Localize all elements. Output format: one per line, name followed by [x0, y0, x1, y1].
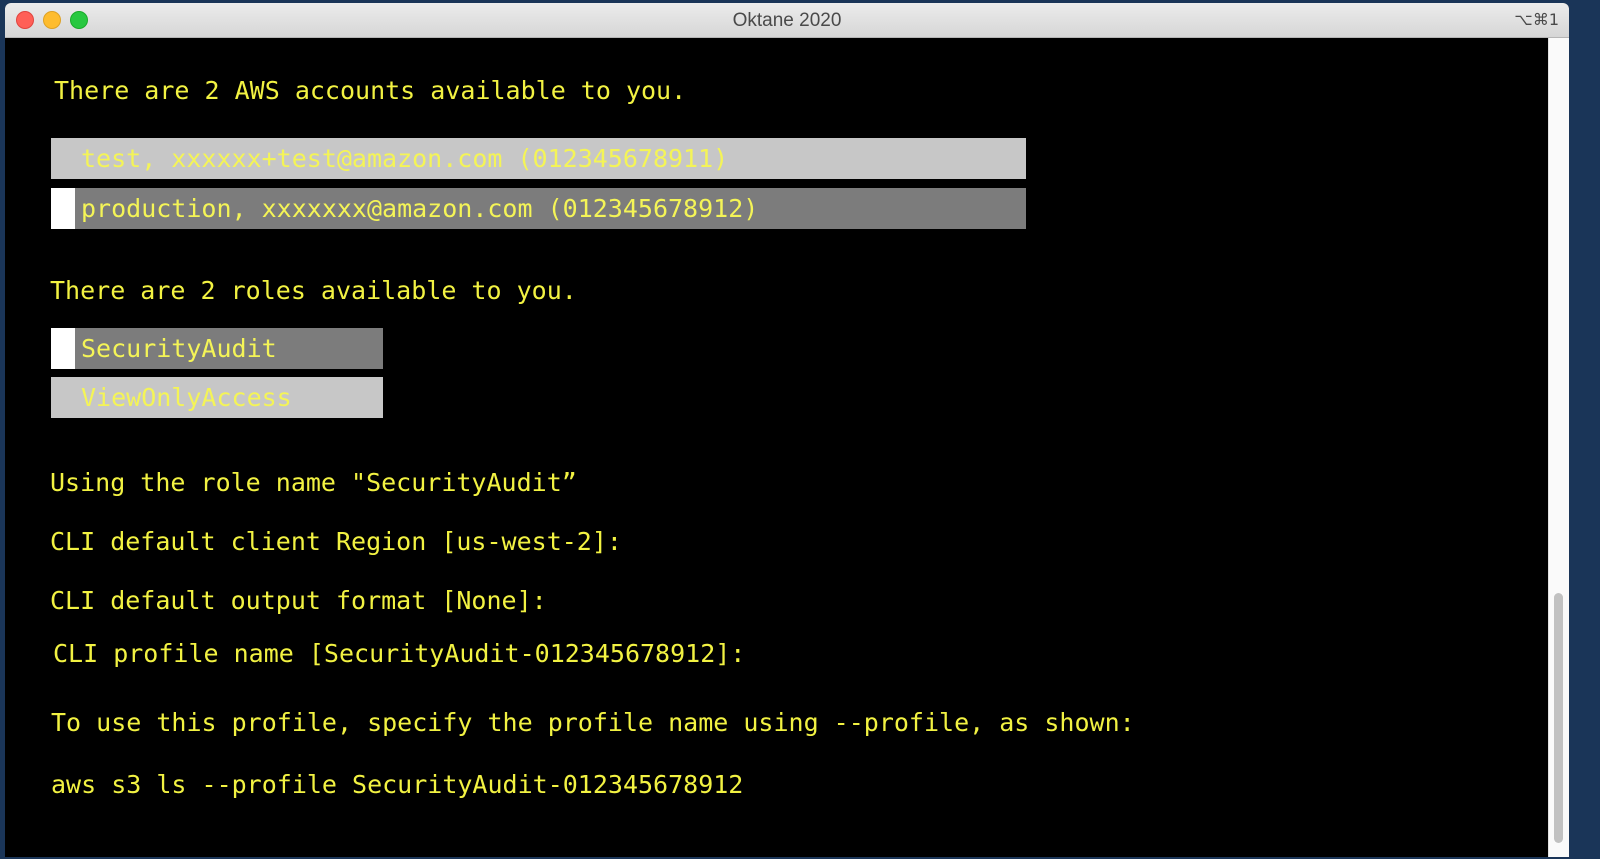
- region-prompt: CLI default client Region [us-west-2]:: [50, 527, 622, 556]
- role-option-viewonlyaccess[interactable]: ViewOnlyAccess: [51, 377, 383, 418]
- selection-cursor: [51, 188, 75, 229]
- account-option-label: test, xxxxxx+test@amazon.com (0123456789…: [81, 144, 729, 173]
- account-option-label: production, xxxxxxx@amazon.com (01234567…: [81, 194, 759, 223]
- using-role-line: Using the role name "SecurityAudit”: [50, 468, 577, 497]
- vertical-scrollbar[interactable]: [1548, 38, 1569, 857]
- account-option-test[interactable]: test, xxxxxx+test@amazon.com (0123456789…: [51, 138, 1026, 179]
- window-shortcut: ⌥⌘1: [1514, 10, 1559, 29]
- accounts-heading: There are 2 AWS accounts available to yo…: [54, 76, 687, 105]
- title-bar[interactable]: Oktane 2020 ⌥⌘1: [5, 3, 1569, 38]
- window-title: Oktane 2020: [732, 10, 842, 31]
- role-option-securityaudit[interactable]: SecurityAudit: [51, 328, 383, 369]
- output-format-prompt: CLI default output format [None]:: [50, 586, 547, 615]
- roles-heading: There are 2 roles available to you.: [50, 276, 577, 305]
- role-option-label: ViewOnlyAccess: [81, 383, 292, 412]
- terminal-window: Oktane 2020 ⌥⌘1 There are 2 AWS accounts…: [5, 3, 1569, 857]
- role-option-label: SecurityAudit: [81, 334, 277, 363]
- scrollbar-thumb[interactable]: [1554, 593, 1563, 843]
- example-command: aws s3 ls --profile SecurityAudit-012345…: [51, 770, 744, 799]
- terminal-output[interactable]: There are 2 AWS accounts available to yo…: [5, 38, 1549, 857]
- account-option-production[interactable]: production, xxxxxxx@amazon.com (01234567…: [51, 188, 1026, 229]
- profile-name-prompt: CLI profile name [SecurityAudit-01234567…: [53, 639, 746, 668]
- selection-cursor: [51, 328, 75, 369]
- usage-hint: To use this profile, specify the profile…: [51, 708, 1135, 737]
